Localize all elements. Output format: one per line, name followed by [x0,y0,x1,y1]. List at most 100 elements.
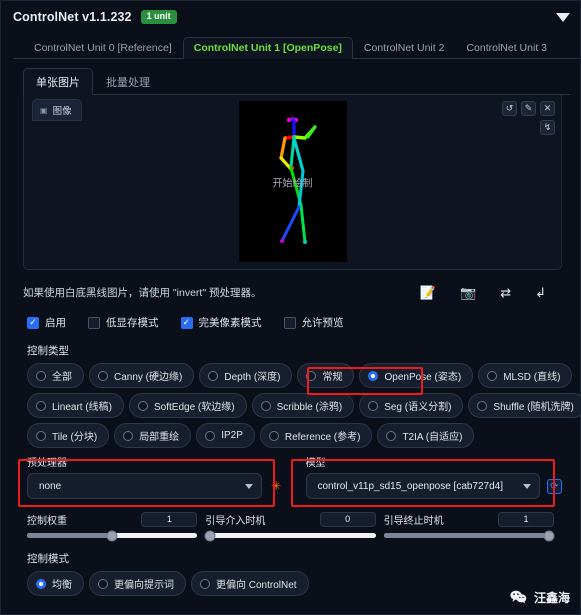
control-type-openpose[interactable]: OpenPose (姿态) [359,363,474,388]
swap-icon[interactable]: ⇄ [500,286,511,299]
control-type-t2ia[interactable]: T2IA (自适应) [377,423,475,448]
control-mode-balanced[interactable]: 均衡 [27,571,84,596]
slider-guidance-start-value[interactable]: 0 [319,511,376,527]
unit-panel-body: 单张图片 批量处理 ▣ 图像 开始绘制 ↺ ✎ ✕ ↯ 如果使用白底黑线图片，请… [15,59,581,596]
control-type-lineart-label: Lineart (线稿) [52,402,113,413]
checkbox-pixel-perfect[interactable]: ✓ 完美像素模式 [180,315,262,330]
tab-unit-0[interactable]: ControlNet Unit 0 [Reference] [23,37,183,59]
radio-icon [268,430,279,441]
edit-note-icon[interactable]: 📝 [420,286,436,299]
control-type-canny[interactable]: Canny (硬边缘) [89,363,195,388]
control-type-tile-label: Tile (分块) [52,432,98,443]
slider-row: 控制权重 1 引导介入时机 0 引导终止时机 1 [23,510,562,541]
image-toolbar: ↺ ✎ ✕ ↯ [502,101,555,135]
slider-handle[interactable] [204,530,216,541]
control-type-depth[interactable]: Depth (深度) [199,363,293,388]
checkbox-pixel-perfect-label: 完美像素模式 [198,317,262,329]
tab-single-image[interactable]: 单张图片 [23,68,93,95]
wechat-icon [510,588,528,606]
preprocessor-value: none [39,480,62,492]
checkbox-low-vram-label: 低显存模式 [106,317,159,329]
slider-guidance-start-track[interactable] [204,530,376,541]
slider-guidance-end-value[interactable]: 1 [497,511,554,527]
input-mode-tabs: 单张图片 批量处理 [23,67,570,95]
slider-control-weight-label: 控制权重 [27,515,67,527]
chevron-down-icon[interactable] [556,12,570,22]
control-type-softedge-label: SoftEdge (软边缘) [154,402,235,413]
radio-icon [368,370,379,381]
send-icon[interactable]: ↲ [535,286,546,299]
slider-control-weight-track[interactable] [27,530,198,541]
undo-icon[interactable]: ↺ [502,101,517,116]
slider-guidance-end-track[interactable] [383,530,555,541]
preprocessor-group: 预处理器 none ✳ [27,454,284,499]
tab-unit-1[interactable]: ControlNet Unit 1 [OpenPose] [182,37,353,59]
control-mode-balanced-label: 均衡 [52,580,72,591]
checkbox-low-vram-box[interactable] [88,316,100,329]
explosion-icon[interactable]: ✳ [269,479,284,494]
checkbox-pixel-perfect-box[interactable]: ✓ [180,316,193,329]
control-type-shuffle-label: Shuffle (随机洗牌) [493,402,574,413]
edit-icon[interactable]: ✎ [521,101,536,116]
checkbox-allow-preview-box[interactable] [283,316,296,329]
slider-guidance-start-label: 引导介入时机 [205,515,266,527]
slider-handle[interactable] [106,530,118,541]
panel-header: ControlNet v1.1.232 1 unit [1,1,580,33]
close-icon[interactable]: ✕ [540,101,555,116]
control-mode-controlnet[interactable]: 更偏向 ControlNet [191,571,309,596]
control-type-reference[interactable]: Reference (参考) [259,423,373,448]
tab-unit-3[interactable]: ControlNet Unit 3 [455,37,558,59]
control-mode-label: 控制模式 [27,553,69,565]
refresh-icon[interactable]: ⟳ [547,478,562,494]
preprocessor-select[interactable]: none [27,473,262,499]
slider-handle[interactable] [543,530,555,541]
wechat-glyph [510,590,527,604]
control-type-seg[interactable]: Seg (语义分割) [359,393,464,418]
option-checkbox-row: ✓ 启用 低显存模式 ✓ 完美像素模式 允许预览 [23,315,562,330]
control-type-softedge[interactable]: SoftEdge (软边缘) [129,393,247,418]
image-source-tab[interactable]: ▣ 图像 [32,99,82,121]
camera-icon[interactable]: 📷 [460,286,476,299]
radio-icon [260,400,271,411]
checkbox-enable-label: 启用 [45,317,66,329]
control-type-shuffle[interactable]: Shuffle (随机洗牌) [468,393,581,418]
controlnet-panel: ControlNet v1.1.232 1 unit ControlNet Un… [0,0,581,615]
slider-control-weight-value[interactable]: 1 [141,511,198,527]
image-drop-area[interactable]: ▣ 图像 开始绘制 ↺ ✎ ✕ ↯ [23,95,562,270]
control-mode-controlnet-label: 更偏向 ControlNet [216,580,297,591]
pose-preview[interactable]: 开始绘制 [238,101,347,262]
radio-icon [368,400,379,411]
control-mode-prompt[interactable]: 更偏向提示词 [89,571,186,596]
invert-hint-row: 如果使用白底黑线图片，请使用 "invert" 预处理器。 📝 📷 ⇄ ↲ [23,279,562,305]
watermark: 汪鑫海 [510,588,570,606]
control-type-label: 控制类型 [27,345,69,357]
control-type-ip2p[interactable]: IP2P [196,423,255,448]
checkbox-low-vram[interactable]: 低显存模式 [88,315,159,330]
control-type-row-2: Lineart (线稿) SoftEdge (软边缘) Scribble (涂鸦… [23,393,581,418]
control-type-t2ia-label: T2IA (自适应) [402,432,463,443]
model-label: 模型 [305,458,326,469]
model-select[interactable]: control_v11p_sd15_openpose [cab727d4] [305,473,540,499]
control-type-normal[interactable]: 常规 [297,363,355,388]
radio-icon [208,370,219,381]
watermark-text: 汪鑫海 [533,590,570,605]
checkbox-allow-preview[interactable]: 允许预览 [283,315,344,330]
tab-batch-process[interactable]: 批量处理 [93,68,163,95]
redo-icon[interactable]: ↯ [540,120,555,135]
control-type-inpaint[interactable]: 局部重绘 [114,423,192,448]
control-type-seg-label: Seg (语义分割) [384,402,452,413]
image-source-tab-label: 图像 [52,106,72,117]
unit-tab-bar: ControlNet Unit 0 [Reference] ControlNet… [13,35,580,59]
slider-guidance-start: 引导介入时机 0 [204,510,383,541]
control-type-lineart[interactable]: Lineart (线稿) [27,393,125,418]
radio-icon [306,370,317,381]
control-type-tile[interactable]: Tile (分块) [27,423,110,448]
control-type-scribble[interactable]: Scribble (涂鸦) [251,393,355,418]
checkbox-enable[interactable]: ✓ 启用 [27,315,66,330]
checkbox-enable-box[interactable]: ✓ [27,316,39,329]
control-type-all[interactable]: 全部 [27,363,84,388]
radio-icon [123,430,134,441]
control-type-mlsd[interactable]: MLSD (直线) [478,363,573,388]
radio-icon [98,578,108,589]
tab-unit-2[interactable]: ControlNet Unit 2 [353,37,456,59]
